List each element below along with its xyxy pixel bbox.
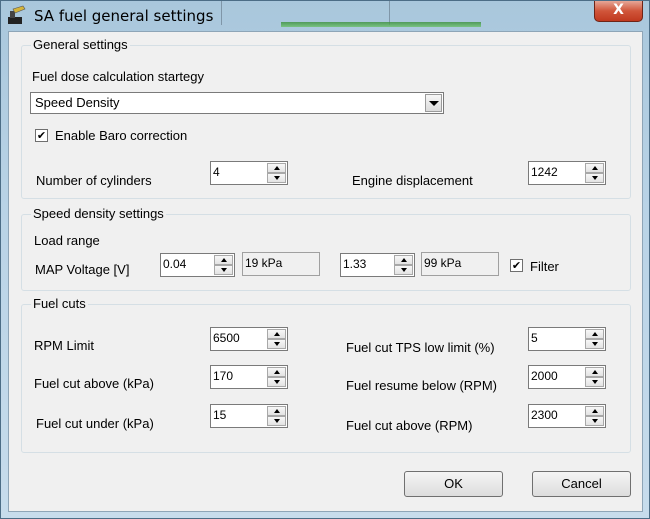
stepper-down-icon[interactable] (585, 377, 604, 387)
map-low-stepper[interactable]: 0.04 (160, 253, 235, 277)
displacement-label: Engine displacement (352, 173, 473, 188)
cut-above-rpm-label: Fuel cut above (RPM) (346, 418, 473, 433)
cut-above-rpm-value: 2300 (531, 408, 558, 422)
map-voltage-label: MAP Voltage [V] (35, 262, 130, 277)
stepper-down-icon[interactable] (267, 416, 286, 426)
close-icon: X (613, 2, 624, 18)
stepper-buttons (267, 406, 286, 426)
fuel-cuts-group: Fuel cuts RPM Limit 6500 Fuel cut above … (21, 296, 631, 453)
cut-above-kpa-label: Fuel cut above (kPa) (34, 376, 154, 391)
cut-under-kpa-label: Fuel cut under (kPa) (36, 416, 154, 431)
stepper-down-icon[interactable] (267, 377, 286, 387)
stepper-down-icon[interactable] (394, 265, 413, 275)
cut-above-rpm-stepper[interactable]: 2300 (528, 404, 606, 428)
cut-above-kpa-stepper[interactable]: 170 (210, 365, 288, 389)
displacement-value: 1242 (531, 165, 558, 179)
stepper-down-icon[interactable] (585, 416, 604, 426)
rpm-limit-stepper[interactable]: 6500 (210, 327, 288, 351)
background-divider (221, 1, 222, 25)
general-settings-group: General settings Fuel dose calculation s… (21, 37, 631, 199)
tps-low-limit-value: 5 (531, 331, 538, 345)
title-bar[interactable]: SA fuel general settings X (1, 1, 649, 31)
stepper-down-icon[interactable] (585, 173, 604, 183)
cancel-button[interactable]: Cancel (532, 471, 631, 497)
tps-low-limit-stepper[interactable]: 5 (528, 327, 606, 351)
cylinders-label: Number of cylinders (36, 173, 152, 188)
group-title: General settings (31, 37, 130, 53)
stepper-buttons (585, 329, 604, 349)
stepper-buttons (394, 255, 413, 275)
stepper-up-icon[interactable] (267, 367, 286, 377)
speed-density-group: Speed density settings Load range MAP Vo… (21, 206, 631, 291)
cylinders-value: 4 (213, 165, 220, 179)
stepper-buttons (214, 255, 233, 275)
rpm-limit-value: 6500 (213, 331, 240, 345)
map-high-value: 1.33 (343, 257, 367, 271)
stepper-buttons (585, 406, 604, 426)
map-low-value: 0.04 (163, 257, 187, 271)
stepper-buttons (267, 367, 286, 387)
resume-below-value: 2000 (531, 369, 558, 383)
group-title: Speed density settings (31, 206, 166, 222)
stepper-up-icon[interactable] (585, 367, 604, 377)
cut-under-kpa-stepper[interactable]: 15 (210, 404, 288, 428)
load-range-label: Load range (34, 233, 100, 248)
stepper-up-icon[interactable] (267, 406, 286, 416)
map-low-kpa-readout: 19 kPa (242, 252, 320, 276)
stepper-buttons (585, 367, 604, 387)
background-progress-strip (281, 22, 481, 27)
cut-under-kpa-value: 15 (213, 408, 227, 422)
strategy-select[interactable]: Speed Density (30, 92, 444, 114)
stepper-up-icon[interactable] (585, 406, 604, 416)
stepper-up-icon[interactable] (585, 329, 604, 339)
tps-low-limit-label: Fuel cut TPS low limit (%) (346, 340, 495, 355)
stepper-buttons (267, 163, 286, 183)
strategy-selected-value: Speed Density (35, 95, 120, 110)
resume-below-stepper[interactable]: 2000 (528, 365, 606, 389)
close-button[interactable]: X (594, 1, 643, 22)
strategy-label: Fuel dose calculation startegy (32, 69, 204, 84)
cylinders-stepper[interactable]: 4 (210, 161, 288, 185)
stepper-up-icon[interactable] (214, 255, 233, 265)
cut-above-kpa-value: 170 (213, 369, 234, 383)
window-title: SA fuel general settings (34, 7, 214, 25)
map-high-stepper[interactable]: 1.33 (340, 253, 415, 277)
filter-checkbox[interactable]: ✔ (510, 259, 523, 272)
stepper-buttons (267, 329, 286, 349)
chevron-down-icon[interactable] (425, 94, 442, 112)
map-high-kpa-readout: 99 kPa (421, 252, 499, 276)
stepper-down-icon[interactable] (214, 265, 233, 275)
dialog-client-area: General settings Fuel dose calculation s… (8, 31, 643, 512)
stepper-buttons (585, 163, 604, 183)
baro-correction-label: Enable Baro correction (55, 128, 188, 143)
stepper-down-icon[interactable] (267, 339, 286, 349)
stepper-up-icon[interactable] (267, 163, 286, 173)
dialog-window: SA fuel general settings X General setti… (0, 0, 650, 519)
stepper-down-icon[interactable] (267, 173, 286, 183)
app-icon (8, 5, 26, 24)
resume-below-label: Fuel resume below (RPM) (346, 378, 497, 393)
stepper-down-icon[interactable] (585, 339, 604, 349)
baro-correction-checkbox[interactable]: ✔ (35, 129, 48, 142)
stepper-up-icon[interactable] (267, 329, 286, 339)
displacement-stepper[interactable]: 1242 (528, 161, 606, 185)
ok-button[interactable]: OK (404, 471, 503, 497)
stepper-up-icon[interactable] (585, 163, 604, 173)
filter-label: Filter (530, 259, 559, 274)
group-title: Fuel cuts (31, 296, 88, 312)
stepper-up-icon[interactable] (394, 255, 413, 265)
rpm-limit-label: RPM Limit (34, 338, 94, 353)
